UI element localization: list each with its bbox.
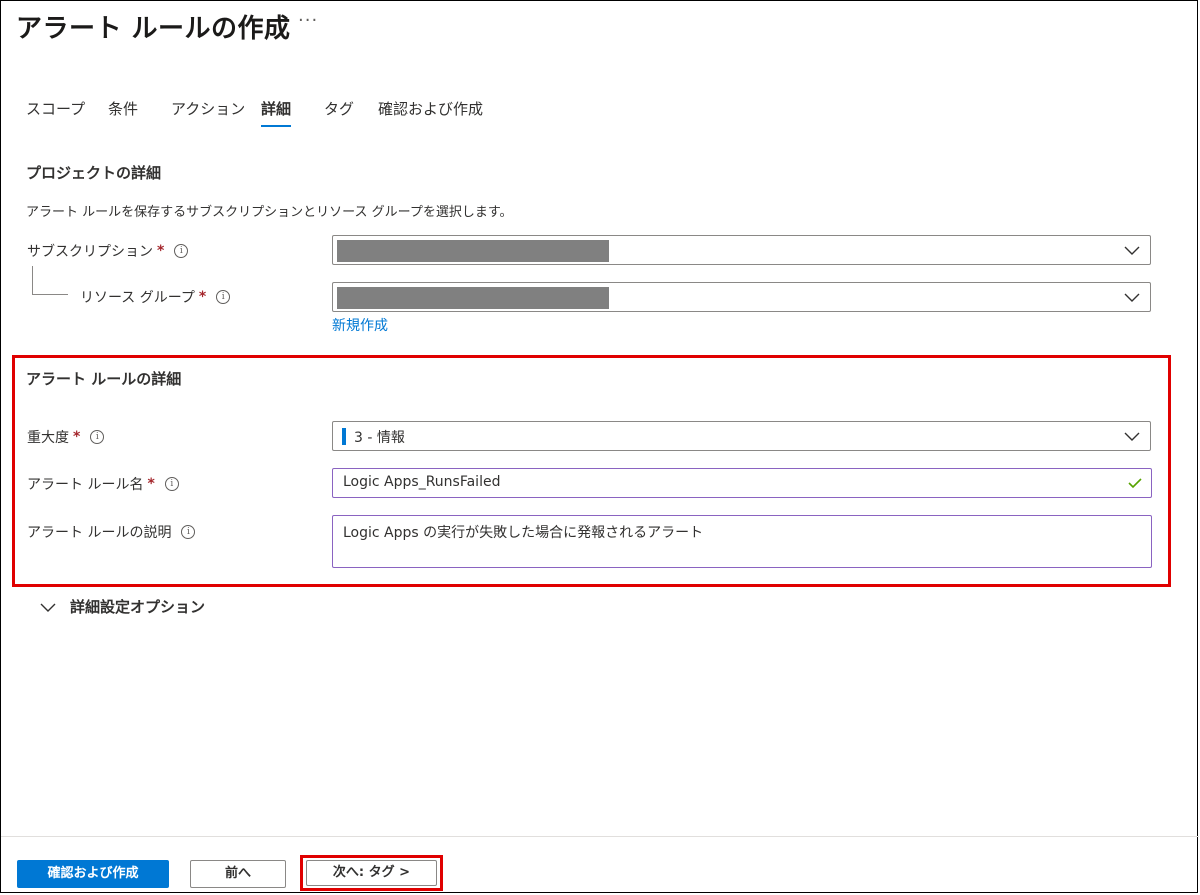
footer-divider xyxy=(1,836,1199,837)
tab-scope[interactable]: スコープ xyxy=(26,98,85,119)
chevron-down-icon xyxy=(1124,246,1140,255)
required-indicator: * xyxy=(198,289,207,305)
alert-rule-name-value: Logic Apps_RunsFailed xyxy=(343,474,501,490)
review-create-button[interactable]: 確認および作成 xyxy=(17,860,169,888)
resource-group-label-text: リソース グループ xyxy=(80,290,195,306)
alert-rule-description-value: Logic Apps の実行が失敗した場合に発報されるアラート xyxy=(343,525,704,541)
info-icon[interactable]: i xyxy=(181,525,196,539)
advanced-options-toggle[interactable]: 詳細設定オプション xyxy=(40,596,205,617)
alert-rule-description-label: アラート ルールの説明 i xyxy=(27,522,196,542)
alert-rule-description-label-text: アラート ルールの説明 xyxy=(27,525,172,541)
redacted-value xyxy=(337,287,609,309)
info-icon[interactable]: i xyxy=(164,477,179,491)
required-indicator: * xyxy=(147,476,155,492)
tab-actions[interactable]: アクション xyxy=(171,98,245,119)
project-details-heading: プロジェクトの詳細 xyxy=(26,164,162,182)
previous-button[interactable]: 前へ xyxy=(190,860,286,888)
more-options-icon[interactable]: ··· xyxy=(298,10,318,31)
resource-group-dropdown[interactable] xyxy=(332,282,1151,312)
required-indicator: * xyxy=(157,243,165,259)
alert-rule-details-heading: アラート ルールの詳細 xyxy=(26,370,182,388)
severity-label-text: 重大度 xyxy=(27,430,69,446)
tab-details[interactable]: 詳細 xyxy=(261,98,292,127)
severity-dropdown[interactable]: 3 - 情報 xyxy=(332,421,1151,451)
subscription-dropdown[interactable] xyxy=(332,235,1151,265)
chevron-down-icon xyxy=(1124,432,1140,441)
next-tags-button[interactable]: 次へ: タグ > xyxy=(306,860,437,886)
tab-review-create[interactable]: 確認および作成 xyxy=(378,98,483,119)
tab-tags[interactable]: タグ xyxy=(324,98,354,119)
project-details-description: アラート ルールを保存するサブスクリプションとリソース グループを選択します。 xyxy=(26,205,513,220)
page-title: アラート ルールの作成 xyxy=(16,14,291,44)
subscription-label-text: サブスクリプション xyxy=(27,244,153,260)
info-icon[interactable]: i xyxy=(216,290,231,304)
severity-value: 3 - 情報 xyxy=(354,430,405,446)
alert-rule-description-textarea[interactable]: Logic Apps の実行が失敗した場合に発報されるアラート xyxy=(332,515,1152,568)
resource-group-label: リソース グループ * i xyxy=(80,287,231,307)
info-icon[interactable]: i xyxy=(174,244,189,258)
tree-connector-vertical xyxy=(32,266,33,294)
required-indicator: * xyxy=(73,429,81,445)
chevron-down-icon xyxy=(1124,293,1140,302)
create-new-link[interactable]: 新規作成 xyxy=(332,315,388,335)
checkmark-icon xyxy=(1128,478,1142,489)
alert-rule-name-input[interactable]: Logic Apps_RunsFailed xyxy=(332,468,1152,498)
advanced-options-label: 詳細設定オプション xyxy=(70,598,206,616)
redacted-value xyxy=(337,240,609,262)
severity-color-bar xyxy=(342,428,346,445)
tab-condition[interactable]: 条件 xyxy=(108,98,138,119)
alert-rule-name-label: アラート ルール名 * i xyxy=(27,474,179,494)
chevron-down-icon xyxy=(40,603,56,612)
info-icon[interactable]: i xyxy=(90,430,105,444)
subscription-label: サブスクリプション * i xyxy=(27,241,189,261)
severity-label: 重大度 * i xyxy=(27,427,105,447)
alert-rule-name-label-text: アラート ルール名 xyxy=(27,477,144,493)
tree-connector-horizontal xyxy=(32,294,68,295)
